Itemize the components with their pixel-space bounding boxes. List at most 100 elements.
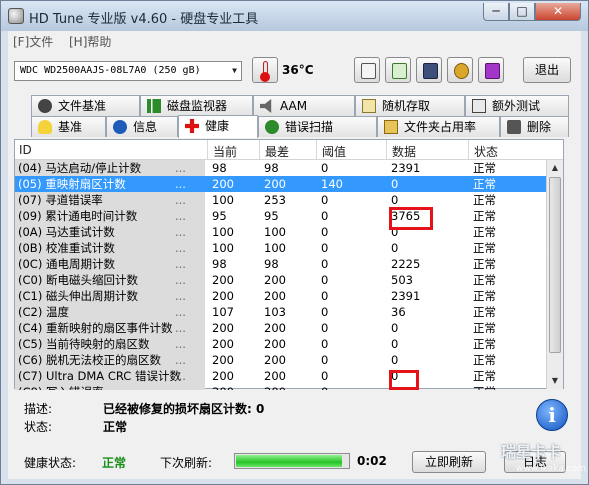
- table-row[interactable]: (C7) Ultra DMA CRC 错误计数... 200 200 0 0 正常: [15, 368, 563, 384]
- row-data: 2391: [391, 161, 421, 175]
- col-data[interactable]: 数据: [392, 143, 416, 160]
- table-row[interactable]: (0C) 通电周期计数... 98 98 0 2225 正常: [15, 256, 563, 272]
- disk-monitor-icon: [147, 99, 161, 113]
- tab-file-benchmark[interactable]: 文件基准: [31, 95, 140, 116]
- table-header: ID 当前 最差 阈值 数据 状态: [15, 140, 563, 160]
- tab-random-access[interactable]: 随机存取: [355, 95, 465, 116]
- smart-panel: ID 当前 最差 阈值 数据 状态 (04) 马达启动/停止计数... 98 98 0…: [14, 139, 564, 390]
- col-threshold[interactable]: 阈值: [322, 143, 346, 160]
- file-benchmark-icon: [38, 99, 52, 113]
- status-label: 状态:: [24, 420, 53, 434]
- exit-button[interactable]: 退出: [523, 57, 571, 83]
- tab-benchmark[interactable]: 基准: [31, 116, 106, 137]
- temperature-button[interactable]: [252, 57, 278, 83]
- info-button[interactable]: i: [536, 399, 568, 431]
- options-button[interactable]: [447, 57, 473, 83]
- row-current: 200: [212, 384, 234, 390]
- table-row[interactable]: (C0) 断电磁头缩回计数... 200 200 0 503 正常: [15, 272, 563, 288]
- table-row[interactable]: (07) 寻道错误率... 100 253 0 0 正常: [15, 192, 563, 208]
- download-button[interactable]: [478, 57, 504, 83]
- row-threshold: 0: [321, 193, 329, 207]
- watermark-logo: 瑞星卡卡: [501, 443, 562, 461]
- row-worst: 200: [264, 337, 286, 351]
- row-threshold: 0: [321, 209, 329, 223]
- table-scrollbar[interactable]: ▲ ▼: [546, 160, 563, 389]
- minimize-button[interactable]: ─: [483, 3, 509, 21]
- table-row[interactable]: (C1) 磁头伸出周期计数... 200 200 0 2391 正常: [15, 288, 563, 304]
- scroll-up-icon[interactable]: ▲: [547, 160, 563, 176]
- table-row[interactable]: (04) 马达启动/停止计数... 98 98 0 2391 正常: [15, 160, 563, 176]
- random-access-icon: [362, 99, 376, 113]
- error-scan-icon: [265, 120, 279, 134]
- copy-button[interactable]: [354, 57, 380, 83]
- table-row[interactable]: (C5) 当前待映射的扇区数... 200 200 0 0 正常: [15, 336, 563, 352]
- row-dots: ...: [175, 193, 186, 207]
- table-row[interactable]: (09) 累计通电时间计数... 95 95 0 3765 正常: [15, 208, 563, 224]
- row-data: 503: [391, 273, 413, 287]
- tab-extra-tests[interactable]: 额外测试: [465, 95, 569, 116]
- scroll-thumb[interactable]: [549, 177, 561, 353]
- row-current: 107: [212, 305, 234, 319]
- row-status: 正常: [473, 321, 496, 335]
- row-status: 正常: [473, 289, 496, 303]
- row-current: 95: [212, 209, 227, 223]
- row-dots: ...: [175, 289, 186, 303]
- tab-strip: 文件基准 磁盘监视器 AAM 随机存取 额外测试 基准 信息 健康 错误扫描 文…: [8, 95, 581, 139]
- thermometer-bulb: [260, 72, 270, 82]
- tab-aam[interactable]: AAM: [253, 95, 355, 116]
- row-threshold: 0: [321, 289, 329, 303]
- col-worst[interactable]: 最差: [265, 143, 289, 160]
- tab-info[interactable]: 信息: [106, 116, 178, 137]
- table-row[interactable]: (C6) 脱机无法校正的扇区数... 200 200 0 0 正常: [15, 352, 563, 368]
- table-row[interactable]: (0B) 校准重试计数... 100 100 0 0 正常: [15, 240, 563, 256]
- row-dots: ...: [175, 369, 186, 383]
- tab-health[interactable]: 健康: [178, 115, 258, 138]
- tab-error-scan[interactable]: 错误扫描: [258, 116, 377, 137]
- row-status: 正常: [473, 353, 496, 367]
- description-value: 已经被修复的损坏扇区计数: 0: [103, 402, 265, 416]
- tab-erase[interactable]: 删除: [500, 116, 569, 137]
- table-row[interactable]: (C4) 重新映射的扇区事件计数... 200 200 0 0 正常: [15, 320, 563, 336]
- row-status: 正常: [473, 273, 496, 287]
- tab-extra-tests-label: 额外测试: [492, 99, 541, 113]
- row-status: 正常: [473, 369, 496, 383]
- row-current: 200: [212, 289, 234, 303]
- copy-icon: [361, 63, 376, 79]
- scroll-down-icon[interactable]: ▼: [547, 373, 563, 389]
- row-worst: 103: [264, 305, 286, 319]
- col-status[interactable]: 状态: [474, 143, 498, 160]
- row-worst: 200: [264, 369, 286, 383]
- row-dots: ...: [175, 353, 186, 367]
- refresh-progress-fill: [236, 455, 343, 467]
- tab-disk-monitor[interactable]: 磁盘监视器: [140, 95, 253, 116]
- row-status: 正常: [473, 257, 496, 271]
- row-threshold: 0: [321, 225, 329, 239]
- row-data: 0: [391, 337, 399, 351]
- table-row[interactable]: (C8) 写入错误率...20020000正常: [15, 384, 563, 390]
- highlight-box: [389, 370, 419, 390]
- title-bar[interactable]: HD Tune 专业版 v4.60 - 硬盘专业工具 ─ □ ✕: [1, 1, 588, 31]
- close-button[interactable]: ✕: [535, 3, 581, 21]
- refresh-now-button[interactable]: 立即刷新: [412, 451, 486, 473]
- menu-help[interactable]: [H]帮助: [69, 33, 111, 50]
- row-data: 0: [391, 241, 399, 255]
- row-threshold: 0: [321, 161, 329, 175]
- copy-text-button[interactable]: [385, 57, 411, 83]
- client-area: [F]文件 [H]帮助 WDC WD2500AAJS-08L7A0 (250 g…: [8, 31, 581, 479]
- row-data: 2391: [391, 289, 421, 303]
- menu-file[interactable]: [F]文件: [13, 33, 53, 50]
- benchmark-icon: [38, 120, 52, 134]
- col-current[interactable]: 当前: [213, 143, 237, 160]
- col-id[interactable]: ID: [19, 143, 32, 157]
- table-row[interactable]: (05) 重映射扇区计数... 200 200 140 0 正常: [15, 176, 563, 192]
- row-worst: 100: [264, 241, 286, 255]
- save-button[interactable]: [416, 57, 442, 83]
- table-row[interactable]: (C2) 温度... 107 103 0 36 正常: [15, 304, 563, 320]
- row-status: 正常: [473, 161, 496, 175]
- column-divider: [207, 140, 208, 159]
- table-row[interactable]: (0A) 马达重试计数... 100 100 0 0 正常: [15, 224, 563, 240]
- maximize-button[interactable]: □: [509, 3, 535, 21]
- drive-select[interactable]: WDC WD2500AAJS-08L7A0 (250 gB) ▼: [14, 61, 242, 81]
- tab-folder-usage[interactable]: 文件夹占用率: [377, 116, 500, 137]
- health-icon: [185, 119, 199, 133]
